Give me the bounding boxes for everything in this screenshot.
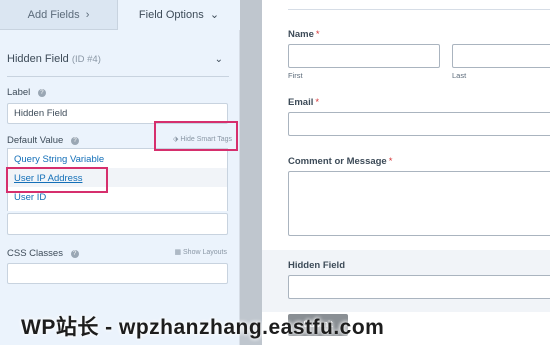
preview-gutter — [240, 0, 262, 345]
hidden-field-input[interactable] — [288, 275, 550, 299]
comment-label-text: Comment or Message — [288, 156, 387, 167]
show-layouts-link[interactable]: ▦ Show Layouts — [174, 248, 227, 256]
default-value-input[interactable] — [7, 213, 228, 235]
watermark: WP站长 - wpzhanzhang.eastfu.com — [0, 308, 550, 344]
field-title: Hidden Field (ID #4) — [7, 53, 101, 65]
hidden-field-label: Hidden Field — [288, 260, 345, 271]
help-icon[interactable]: ? — [70, 137, 79, 145]
tab-field-options-label: Field Options — [138, 9, 204, 21]
css-classes-title: CSS Classes ? — [7, 248, 79, 259]
comment-label: Comment or Message * — [288, 156, 392, 167]
collapse-chevron-icon[interactable]: ⌄ — [215, 54, 223, 65]
name-last-input[interactable] — [452, 44, 550, 68]
panel-tabs: Add Fields › Field Options ⌄ — [0, 0, 240, 30]
tab-add-fields-label: Add Fields — [27, 9, 80, 21]
default-value-title: Default Value ? — [7, 135, 79, 146]
default-value-title-text: Default Value — [7, 135, 64, 146]
name-first-input[interactable] — [288, 44, 440, 68]
css-classes-input[interactable] — [7, 263, 228, 284]
smart-tag-query-string[interactable]: Query String Variable — [14, 154, 104, 165]
required-mark: * — [315, 97, 320, 108]
name-first-sublabel: First — [288, 71, 303, 80]
field-id: (ID #4) — [71, 54, 101, 65]
label-title: Label ? — [7, 87, 46, 98]
comment-textarea[interactable] — [288, 171, 550, 236]
grid-icon: ▦ — [174, 249, 182, 256]
css-classes-title-text: CSS Classes — [7, 248, 63, 259]
name-label-text: Name — [288, 29, 314, 40]
help-icon[interactable]: ? — [37, 89, 46, 97]
smart-tags-highlight — [154, 121, 238, 151]
tab-field-options[interactable]: Field Options ⌄ — [118, 0, 240, 30]
field-header[interactable]: Hidden Field (ID #4) ⌄ — [7, 46, 229, 77]
watermark-text: WP站长 - wpzhanzhang.eastfu.com — [21, 316, 385, 339]
name-last-sublabel: Last — [452, 71, 467, 80]
help-icon[interactable]: ? — [70, 250, 79, 258]
show-layouts-label: Show Layouts — [183, 249, 227, 256]
email-label: Email * — [288, 97, 319, 108]
preview-top-border — [288, 0, 550, 10]
email-label-text: Email — [288, 97, 314, 108]
chevron-right-icon: › — [82, 9, 90, 21]
label-title-text: Label — [7, 87, 31, 98]
email-input[interactable] — [288, 112, 550, 136]
smart-tag-user-id[interactable]: User ID — [14, 192, 46, 203]
tab-add-fields[interactable]: Add Fields › — [0, 0, 118, 30]
user-ip-highlight — [6, 167, 108, 193]
name-label: Name * — [288, 29, 320, 40]
required-mark: * — [388, 156, 393, 167]
required-mark: * — [315, 29, 320, 40]
field-name: Hidden Field — [7, 53, 69, 65]
chevron-down-icon: ⌄ — [206, 9, 220, 21]
